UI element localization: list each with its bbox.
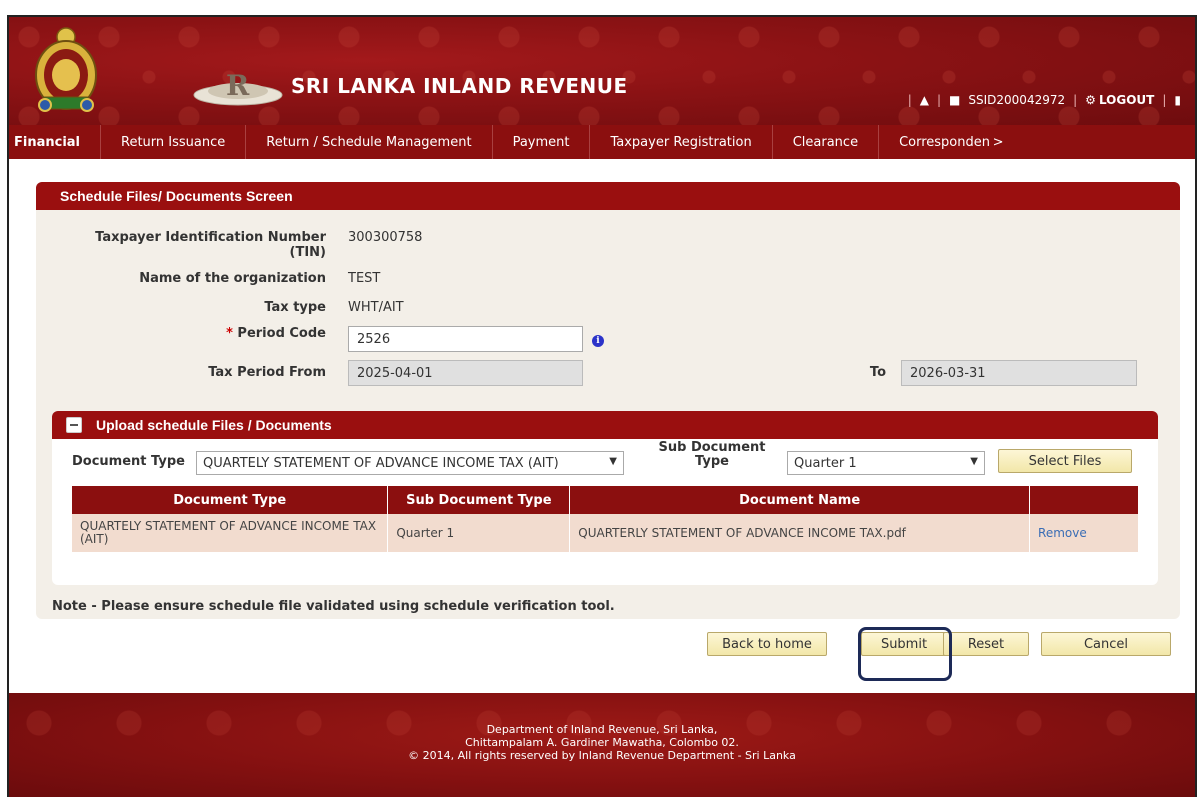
app-frame: R SRI LANKA INLAND REVENUE | ▲ | ■ SSID2… [7,15,1197,797]
menu-correspondence[interactable]: Corresponden > [879,125,1023,159]
table-header-row: Document Type Sub Document Type Document… [72,486,1139,514]
tax-period-from-label: Tax Period From [208,365,326,380]
document-type-label: Document Type [72,454,185,469]
documents-table: Document Type Sub Document Type Document… [72,486,1139,552]
header-pattern [9,17,1195,125]
home-icon[interactable]: ▲ [920,93,929,107]
chevron-down-icon: ▼ [609,456,617,467]
table-row: QUARTELY STATEMENT OF ADVANCE INCOME TAX… [72,514,1139,552]
document-type-value: QUARTELY STATEMENT OF ADVANCE INCOME TAX… [203,456,559,471]
column-header: Document Name [569,486,1031,514]
collapse-icon[interactable] [66,417,82,433]
menu-return-schedule-management[interactable]: Return / Schedule Management [246,125,493,159]
separator: | [1162,93,1167,107]
separator: | [907,93,912,107]
cancel-button[interactable]: Cancel [1041,632,1171,656]
info-icon[interactable]: i [592,335,604,347]
footer-line2: Chittampalam A. Gardiner Mawatha, Colomb… [465,736,739,749]
tax-type-value: WHT/AIT [348,300,404,315]
separator: | [937,93,942,107]
submit-highlight-box [858,627,952,681]
document-type-select[interactable]: QUARTELY STATEMENT OF ADVANCE INCOME TAX… [196,451,624,475]
required-mark: * [226,326,233,341]
logout-button[interactable]: ⚙ LOGOUT [1085,93,1154,107]
chevron-down-icon: ▼ [970,456,978,467]
select-files-button[interactable]: Select Files [998,449,1132,473]
panel-title: Schedule Files/ Documents Screen [36,182,1180,210]
upload-panel: Upload schedule Files / Documents Docume… [52,411,1158,585]
site-title: SRI LANKA INLAND REVENUE [291,74,628,98]
main-menu: Financial Return Issuance Return / Sched… [9,125,1195,159]
tin-value: 300300758 [348,230,423,245]
menu-taxpayer-registration[interactable]: Taxpayer Registration [590,125,773,159]
sub-document-type-select[interactable]: Quarter 1 ▼ [787,451,985,475]
site-footer: Department of Inland Revenue, Sri Lanka,… [9,693,1195,797]
org-value: TEST [348,271,381,286]
menu-payment[interactable]: Payment [493,125,591,159]
user-icon: ■ [949,93,961,107]
cell-document-name: QUARTERLY STATEMENT OF ADVANCE INCOME TA… [569,514,1031,552]
org-label: Name of the organization [139,271,326,286]
top-nav: | ▲ | ■ SSID200042972 | ⚙ LOGOUT | ▮ [908,93,1181,107]
tin-label: Taxpayer Identification Number (TIN) [66,230,326,260]
column-header: Document Type [72,486,389,514]
period-code-label-text: Period Code [237,326,326,341]
reset-button[interactable]: Reset [943,632,1029,656]
footer-line3: © 2014, All rights reserved by Inland Re… [408,749,796,762]
upload-panel-header: Upload schedule Files / Documents [52,411,1158,439]
svg-text:R: R [226,69,250,102]
key-icon: ⚙ [1085,93,1096,107]
column-header [1029,486,1139,514]
period-code-input[interactable]: 2526 [348,326,583,352]
remove-link[interactable]: Remove [1029,514,1139,552]
schedule-files-panel: Schedule Files/ Documents Screen Taxpaye… [36,182,1180,619]
menu-financial[interactable]: Financial [9,125,102,159]
tin-label-line2: (TIN) [289,245,326,260]
tax-period-to-label: To [869,365,886,380]
validation-note: Note - Please ensure schedule file valid… [52,599,615,614]
tax-period-from-input[interactable]: 2025-04-01 [348,360,583,386]
tin-label-line1: Taxpayer Identification Number [95,230,326,245]
upload-panel-title: Upload schedule Files / Documents [96,417,332,433]
national-emblem-icon [35,27,97,112]
sub-document-label-line2: Type [695,454,729,469]
footer-line1: Department of Inland Revenue, Sri Lanka, [486,723,718,736]
menu-clearance[interactable]: Clearance [773,125,880,159]
logout-label: LOGOUT [1098,93,1155,107]
period-code-label: * Period Code [66,326,326,341]
back-to-home-button[interactable]: Back to home [707,632,827,656]
help-icon[interactable]: ▮ [1174,93,1181,107]
column-header: Sub Document Type [387,486,571,514]
site-header: R SRI LANKA INLAND REVENUE | ▲ | ■ SSID2… [9,17,1195,125]
separator: | [1073,93,1078,107]
sub-document-label-line1: Sub Document [658,440,766,455]
tax-type-label: Tax type [264,300,326,315]
menu-return-issuance[interactable]: Return Issuance [101,125,247,159]
cell-sub-document-type: Quarter 1 [387,514,571,552]
tax-period-to-input[interactable]: 2026-03-31 [901,360,1137,386]
sub-document-type-label: Sub Document Type [647,441,777,469]
ird-logo-icon: R [193,69,283,106]
user-id[interactable]: SSID200042972 [968,93,1065,107]
cell-document-type: QUARTELY STATEMENT OF ADVANCE INCOME TAX… [72,514,389,552]
sub-document-type-value: Quarter 1 [794,456,857,471]
